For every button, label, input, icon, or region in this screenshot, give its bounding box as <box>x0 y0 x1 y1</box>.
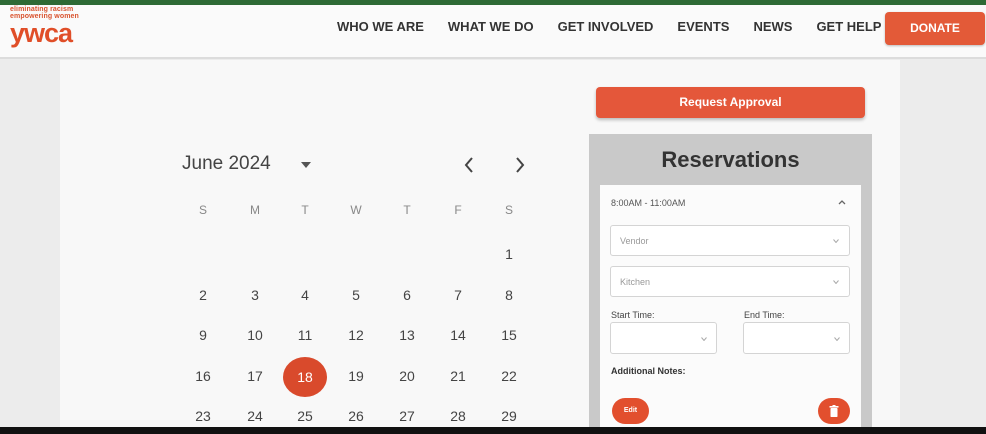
reservation-card <box>600 185 861 427</box>
vendor-select[interactable]: Vendor <box>610 225 850 256</box>
calendar-day[interactable]: 7 <box>443 287 473 303</box>
donate-button[interactable]: DONATE <box>885 12 985 45</box>
chevron-left-icon[interactable] <box>463 156 475 174</box>
calendar-day[interactable]: 8 <box>494 287 524 303</box>
calendar-day[interactable]: 13 <box>392 327 422 343</box>
weekday-header: W <box>350 203 362 217</box>
chevron-up-icon[interactable] <box>838 199 846 205</box>
weekday-header: T <box>301 203 309 217</box>
main-nav: WHO WE ARE WHAT WE DO GET INVOLVED EVENT… <box>325 19 893 39</box>
calendar-day[interactable]: 14 <box>443 327 473 343</box>
calendar-day[interactable]: 9 <box>188 327 218 343</box>
chevron-down-icon <box>833 280 839 284</box>
calendar-day[interactable]: 27 <box>392 408 422 424</box>
reservations-title: Reservations <box>661 147 800 172</box>
calendar-day[interactable]: 2 <box>188 287 218 303</box>
weekday-header: M <box>250 203 260 217</box>
time-slot-label[interactable]: 8:00AM - 11:00AM <box>611 198 685 208</box>
calendar-day[interactable]: 11 <box>290 327 320 343</box>
site-header: eliminating racism empowering women ywca… <box>0 5 986 59</box>
delete-button[interactable] <box>818 398 850 424</box>
calendar-day[interactable]: 5 <box>341 287 371 303</box>
calendar-day[interactable]: 20 <box>392 368 422 384</box>
calendar-day[interactable]: 21 <box>443 368 473 384</box>
bottom-bar <box>0 427 986 434</box>
calendar-day-selected[interactable]: 18 <box>283 357 327 397</box>
calendar-day[interactable]: 10 <box>240 327 270 343</box>
trash-icon <box>829 405 839 417</box>
calendar-day[interactable]: 6 <box>392 287 422 303</box>
logo-wordmark: ywca <box>10 18 73 48</box>
calendar-day[interactable]: 19 <box>341 368 371 384</box>
weekday-header: S <box>504 203 513 217</box>
calendar-day[interactable]: 3 <box>240 287 270 303</box>
calendar-month-label[interactable]: June 2024 <box>182 153 271 175</box>
chevron-right-icon[interactable] <box>514 156 526 174</box>
request-approval-button[interactable]: Request Approval <box>596 87 865 118</box>
nav-who-we-are[interactable]: WHO WE ARE <box>325 19 436 39</box>
chevron-down-icon <box>701 337 707 341</box>
nav-get-involved[interactable]: GET INVOLVED <box>546 19 666 39</box>
calendar-day[interactable]: 17 <box>240 368 270 384</box>
calendar-day[interactable]: 4 <box>290 287 320 303</box>
caret-down-icon[interactable] <box>300 161 312 169</box>
room-select[interactable]: Kitchen <box>610 266 850 297</box>
end-time-label: End Time: <box>744 310 785 320</box>
calendar-day[interactable]: 22 <box>494 368 524 384</box>
ywca-logo[interactable]: eliminating racism empowering women ywca <box>10 6 120 50</box>
edit-button[interactable]: Edit <box>612 398 649 424</box>
weekday-header: S <box>198 203 207 217</box>
weekday-header: F <box>454 203 462 217</box>
calendar-day[interactable]: 1 <box>494 246 524 262</box>
chevron-down-icon <box>834 337 840 341</box>
nav-news[interactable]: NEWS <box>741 19 804 39</box>
calendar-day[interactable]: 26 <box>341 408 371 424</box>
calendar-day[interactable]: 12 <box>341 327 371 343</box>
calendar-day[interactable]: 28 <box>443 408 473 424</box>
calendar-day[interactable]: 23 <box>188 408 218 424</box>
calendar-day[interactable]: 24 <box>240 408 270 424</box>
calendar-day[interactable]: 29 <box>494 408 524 424</box>
nav-get-help[interactable]: GET HELP <box>804 19 893 39</box>
start-time-label: Start Time: <box>611 310 655 320</box>
nav-what-we-do[interactable]: WHAT WE DO <box>436 19 546 39</box>
calendar-day[interactable]: 25 <box>290 408 320 424</box>
chevron-down-icon <box>833 239 839 243</box>
logo-tagline-1: eliminating racism <box>10 6 74 13</box>
weekday-header: T <box>403 203 411 217</box>
calendar-day[interactable]: 16 <box>188 368 218 384</box>
nav-events[interactable]: EVENTS <box>665 19 741 39</box>
additional-notes-label: Additional Notes: <box>611 366 686 376</box>
calendar-day[interactable]: 15 <box>494 327 524 343</box>
